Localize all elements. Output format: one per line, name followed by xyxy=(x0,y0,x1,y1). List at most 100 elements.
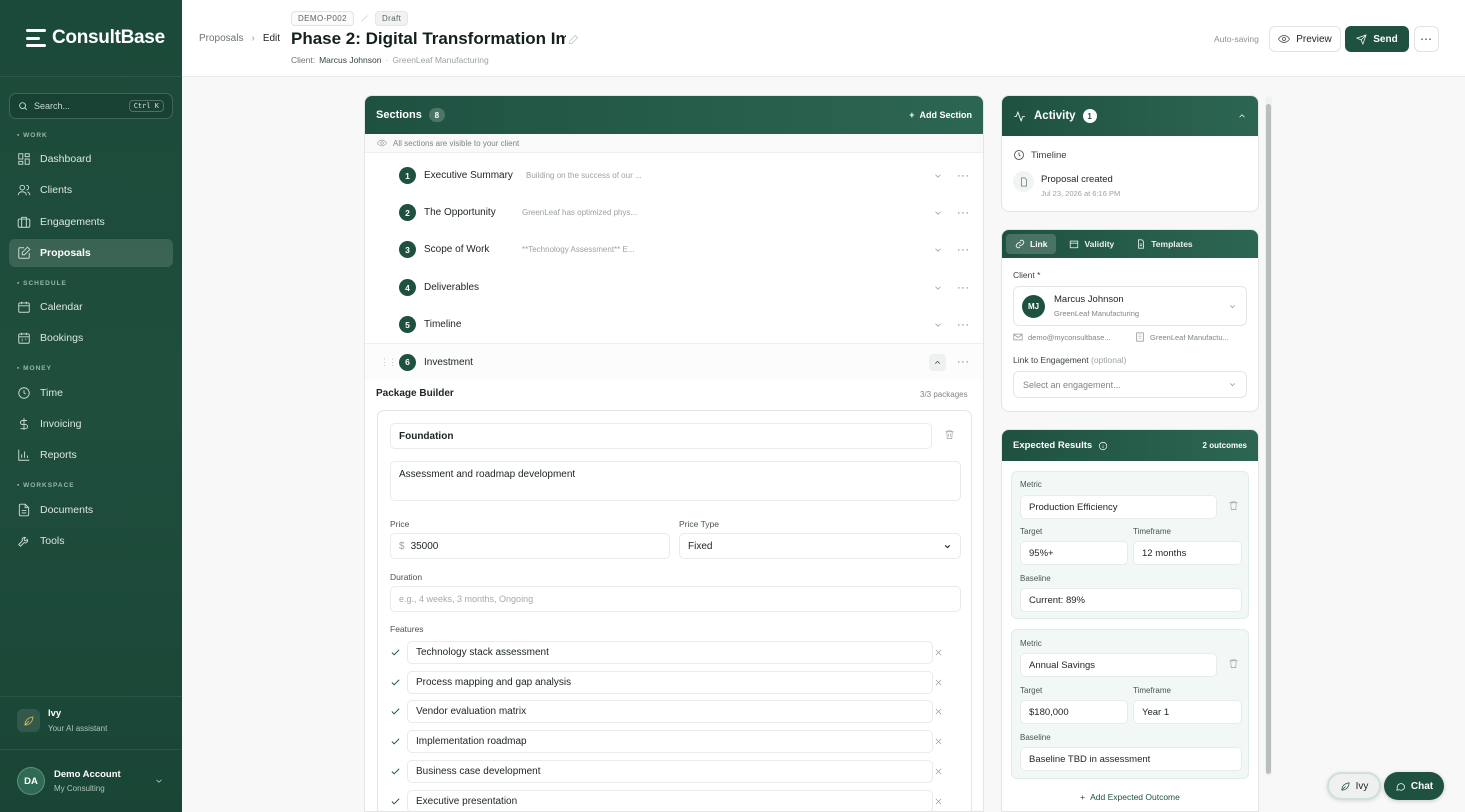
baseline-input[interactable]: Baseline TBD in assessment xyxy=(1020,747,1242,771)
search-placeholder: Search... xyxy=(34,101,71,111)
section-row[interactable]: 2 The Opportunity GreenLeaf has optimize… xyxy=(365,194,983,231)
trash-icon[interactable] xyxy=(944,429,955,440)
engagement-select[interactable]: Select an engagement... xyxy=(1013,371,1247,398)
preview-button[interactable]: Preview xyxy=(1269,26,1341,52)
sidebar-item-proposals[interactable]: Proposals xyxy=(9,239,173,267)
add-section-button[interactable]: + Add Section xyxy=(909,110,972,120)
search-input[interactable]: Search... Ctrl K xyxy=(9,93,173,119)
price-label: Price xyxy=(390,519,410,529)
section-menu-button[interactable]: ··· xyxy=(957,356,970,368)
section-row[interactable]: 5 Timeline ··· xyxy=(365,306,983,343)
tab-link[interactable]: Link xyxy=(1006,234,1057,254)
chevron-down-icon[interactable] xyxy=(933,245,943,255)
page-title[interactable]: Phase 2: Digital Transformation Implemen… xyxy=(291,29,566,49)
ai-assistant-card[interactable]: Ivy Your AI assistant xyxy=(0,696,182,750)
card-tabs: Link Validity Templates xyxy=(1002,230,1258,258)
page-header: Proposals › Edit DEMO-P002 Draft Phase 2… xyxy=(182,0,1465,77)
price-input[interactable]: $ 35000 xyxy=(390,533,670,559)
package-name-input[interactable]: Foundation xyxy=(390,423,932,449)
section-menu-button[interactable]: ··· xyxy=(957,207,970,219)
users-icon xyxy=(17,184,31,196)
sidebar-item-reports[interactable]: Reports xyxy=(9,441,173,469)
dollar-icon xyxy=(20,418,28,430)
feature-input[interactable]: Process mapping and gap analysis xyxy=(407,671,933,694)
trash-icon[interactable] xyxy=(1228,500,1239,511)
sidebar-item-label: Dashboard xyxy=(40,153,92,165)
assistant-name: Ivy xyxy=(48,708,62,719)
close-icon[interactable] xyxy=(934,797,943,806)
duration-input[interactable]: e.g., 4 weeks, 3 months, Ongoing xyxy=(390,586,961,612)
account-menu[interactable]: DA Demo Account My Consulting xyxy=(0,752,182,812)
sidebar-item-tools[interactable]: Tools xyxy=(9,527,173,555)
package-builder-title: Package Builder xyxy=(376,388,454,399)
app-logo[interactable]: ConsultBase xyxy=(26,27,165,49)
close-icon[interactable] xyxy=(934,678,943,687)
currency-symbol: $ xyxy=(399,540,405,552)
collapse-button[interactable] xyxy=(929,353,946,371)
info-icon[interactable] xyxy=(1098,441,1108,451)
close-icon[interactable] xyxy=(934,737,943,746)
breadcrumb-proposals[interactable]: Proposals xyxy=(199,33,243,44)
add-outcome-button[interactable]: + Add Expected Outcome xyxy=(1002,792,1258,802)
sidebar-item-dashboard[interactable]: Dashboard xyxy=(9,145,173,173)
metric-input[interactable]: Annual Savings xyxy=(1020,653,1217,677)
sidebar-item-engagements[interactable]: Engagements xyxy=(9,208,173,236)
feature-input[interactable]: Business case development xyxy=(407,760,933,783)
target-input[interactable]: 95%+ xyxy=(1020,541,1128,565)
ivy-float-button[interactable]: Ivy xyxy=(1327,772,1381,800)
chevron-down-icon[interactable] xyxy=(933,320,943,330)
client-select[interactable]: MJ Marcus Johnson GreenLeaf Manufacturin… xyxy=(1013,286,1247,326)
sidebar-item-invoicing[interactable]: Invoicing xyxy=(9,410,173,438)
chevron-down-icon[interactable] xyxy=(933,208,943,218)
close-icon[interactable] xyxy=(934,767,943,776)
sidebar-item-clients[interactable]: Clients xyxy=(9,176,173,204)
section-menu-button[interactable]: ··· xyxy=(957,170,970,182)
target-label: Target xyxy=(1020,686,1043,695)
nav-section-workspace: ▪ WORKSPACE xyxy=(17,482,75,489)
tab-templates[interactable]: Templates xyxy=(1127,234,1201,254)
feature-input[interactable]: Technology stack assessment xyxy=(407,641,933,664)
pencil-icon[interactable] xyxy=(568,34,579,45)
price-type-select[interactable]: Fixed xyxy=(679,533,961,559)
activity-time: Jul 23, 2026 at 6:16 PM xyxy=(1041,189,1121,198)
feature-input[interactable]: Executive presentation xyxy=(407,790,933,811)
timeframe-input[interactable]: 12 months xyxy=(1133,541,1242,565)
more-options-button[interactable]: ⋯ xyxy=(1414,26,1439,52)
sidebar-item-label: Engagements xyxy=(40,216,105,228)
baseline-input[interactable]: Current: 89% xyxy=(1020,588,1242,612)
tab-validity[interactable]: Validity xyxy=(1060,234,1123,254)
sidebar-item-time[interactable]: Time xyxy=(9,379,173,407)
feature-input[interactable]: Implementation roadmap xyxy=(407,730,933,753)
section-row-expanded[interactable]: ⋮⋮ 6 Investment ··· xyxy=(365,343,983,380)
section-menu-button[interactable]: ··· xyxy=(957,282,970,294)
send-button[interactable]: Send xyxy=(1345,26,1409,52)
client-link-card: Link Validity Templates Client * MJ Marc… xyxy=(1001,229,1259,412)
visibility-note-text: All sections are visible to your client xyxy=(393,138,520,148)
sidebar-item-bookings[interactable]: Bookings xyxy=(9,324,173,352)
target-input[interactable]: $180,000 xyxy=(1020,700,1128,724)
add-section-label: Add Section xyxy=(919,110,972,120)
package-description-input[interactable]: Assessment and roadmap development xyxy=(390,461,961,501)
metric-input[interactable]: Production Efficiency xyxy=(1020,495,1217,519)
nav-section-money: ▪ MONEY xyxy=(17,365,52,372)
section-menu-button[interactable]: ··· xyxy=(957,244,970,256)
activity-header[interactable]: Activity 1 xyxy=(1002,96,1258,136)
close-icon[interactable] xyxy=(934,648,943,657)
section-row[interactable]: 4 Deliverables ··· xyxy=(365,269,983,306)
close-icon[interactable] xyxy=(934,707,943,716)
feature-input[interactable]: Vendor evaluation matrix xyxy=(407,700,933,723)
scrollbar-thumb[interactable] xyxy=(1266,104,1271,774)
section-row[interactable]: 3 Scope of Work **Technology Assessment*… xyxy=(365,231,983,268)
section-preview: Building on the success of our ... xyxy=(526,171,642,180)
status-badge: Draft xyxy=(374,11,409,26)
section-row[interactable]: 1 Executive Summary Building on the succ… xyxy=(365,157,983,194)
chevron-down-icon[interactable] xyxy=(933,171,943,181)
chevron-down-icon[interactable] xyxy=(933,283,943,293)
timeframe-input[interactable]: Year 1 xyxy=(1133,700,1242,724)
trash-icon[interactable] xyxy=(1228,658,1239,669)
section-menu-button[interactable]: ··· xyxy=(957,319,970,331)
chat-button[interactable]: Chat xyxy=(1384,772,1444,800)
drag-handle-icon[interactable]: ⋮⋮ xyxy=(380,357,397,368)
sidebar-item-documents[interactable]: Documents xyxy=(9,496,173,524)
sidebar-item-calendar[interactable]: Calendar xyxy=(9,293,173,321)
